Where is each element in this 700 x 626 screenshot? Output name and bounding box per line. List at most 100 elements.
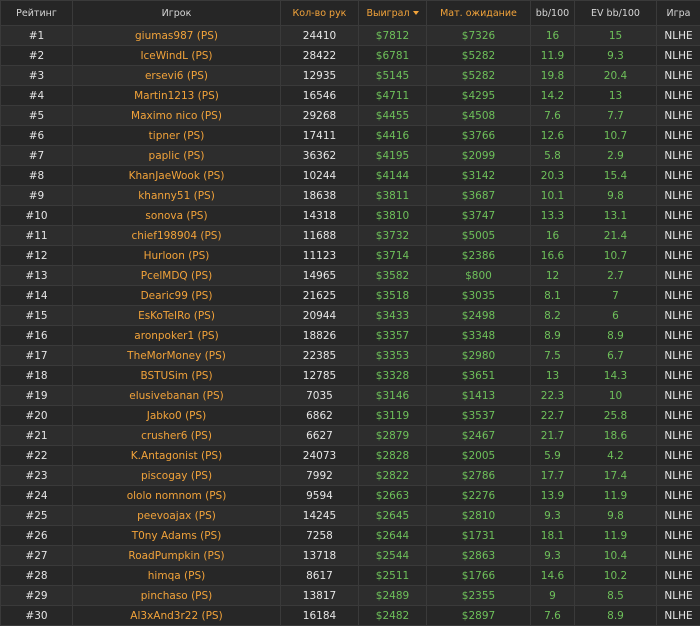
table-row: #11chief198904 (PS)11688$3732$50051621.4… <box>1 226 700 246</box>
won-cell: $3714 <box>359 246 427 266</box>
player-link[interactable]: himqa (PS) <box>73 566 281 586</box>
won-cell: $3353 <box>359 346 427 366</box>
expected-cell: $2897 <box>427 606 531 626</box>
player-link[interactable]: ersevi6 (PS) <box>73 66 281 86</box>
rank-cell: #22 <box>1 446 73 466</box>
bb100-cell: 5.8 <box>531 146 575 166</box>
player-link[interactable]: EsKoTeIRo (PS) <box>73 306 281 326</box>
table-row: #8KhanJaeWook (PS)10244$4144$314220.315.… <box>1 166 700 186</box>
player-link[interactable]: TheMorMoney (PS) <box>73 346 281 366</box>
won-cell: $2828 <box>359 446 427 466</box>
bb100-cell: 12 <box>531 266 575 286</box>
player-link[interactable]: Al3xAnd3r22 (PS) <box>73 606 281 626</box>
bb100-cell: 8.1 <box>531 286 575 306</box>
player-link[interactable]: IceWindL (PS) <box>73 46 281 66</box>
player-link[interactable]: Martin1213 (PS) <box>73 86 281 106</box>
expected-cell: $5282 <box>427 66 531 86</box>
game-cell: NLHE <box>657 306 700 326</box>
player-link[interactable]: peevoajax (PS) <box>73 506 281 526</box>
player-link[interactable]: Hurloon (PS) <box>73 246 281 266</box>
table-row: #5Maximo nico (PS)29268$4455$45087.67.7N… <box>1 106 700 126</box>
game-cell: NLHE <box>657 426 700 446</box>
ev-bb100-cell: 7.7 <box>575 106 657 126</box>
ev-bb100-cell: 11.9 <box>575 526 657 546</box>
bb100-cell: 17.7 <box>531 466 575 486</box>
won-cell: $3328 <box>359 366 427 386</box>
expected-cell: $3348 <box>427 326 531 346</box>
game-cell: NLHE <box>657 186 700 206</box>
expected-cell: $1766 <box>427 566 531 586</box>
player-link[interactable]: crusher6 (PS) <box>73 426 281 446</box>
player-link[interactable]: aronpoker1 (PS) <box>73 326 281 346</box>
player-link[interactable]: paplic (PS) <box>73 146 281 166</box>
table-row: #9khanny51 (PS)18638$3811$368710.19.8NLH… <box>1 186 700 206</box>
game-cell: NLHE <box>657 366 700 386</box>
bb100-cell: 22.7 <box>531 406 575 426</box>
rank-cell: #15 <box>1 306 73 326</box>
player-link[interactable]: khanny51 (PS) <box>73 186 281 206</box>
table-header-row: Рейтинг Игрок Кол-во рук Выиграл Мат. ож… <box>1 1 700 26</box>
table-row: #4Martin1213 (PS)16546$4711$429514.213NL… <box>1 86 700 106</box>
rank-cell: #24 <box>1 486 73 506</box>
hands-cell: 16184 <box>281 606 359 626</box>
hands-cell: 11123 <box>281 246 359 266</box>
player-link[interactable]: KhanJaeWook (PS) <box>73 166 281 186</box>
ev-bb100-cell: 20.4 <box>575 66 657 86</box>
player-link[interactable]: K.Antagonist (PS) <box>73 446 281 466</box>
hands-cell: 36362 <box>281 146 359 166</box>
player-link[interactable]: sonova (PS) <box>73 206 281 226</box>
player-link[interactable]: T0ny Adams (PS) <box>73 526 281 546</box>
bb100-cell: 5.9 <box>531 446 575 466</box>
player-link[interactable]: Jabko0 (PS) <box>73 406 281 426</box>
player-link[interactable]: PcelMDQ (PS) <box>73 266 281 286</box>
hands-cell: 14965 <box>281 266 359 286</box>
game-cell: NLHE <box>657 386 700 406</box>
game-cell: NLHE <box>657 506 700 526</box>
player-link[interactable]: Maximo nico (PS) <box>73 106 281 126</box>
bb100-cell: 11.9 <box>531 46 575 66</box>
player-link[interactable]: chief198904 (PS) <box>73 226 281 246</box>
player-link[interactable]: elusivebanan (PS) <box>73 386 281 406</box>
hands-cell: 7992 <box>281 466 359 486</box>
hands-cell: 14318 <box>281 206 359 226</box>
player-link[interactable]: giumas987 (PS) <box>73 26 281 46</box>
player-link[interactable]: pinchaso (PS) <box>73 586 281 606</box>
table-row: #29pinchaso (PS)13817$2489$235598.5NLHE <box>1 586 700 606</box>
hands-cell: 14245 <box>281 506 359 526</box>
player-link[interactable]: piscogay (PS) <box>73 466 281 486</box>
rank-cell: #3 <box>1 66 73 86</box>
bb100-cell: 22.3 <box>531 386 575 406</box>
won-cell: $4195 <box>359 146 427 166</box>
col-header-hands[interactable]: Кол-во рук <box>281 1 359 26</box>
won-cell: $2544 <box>359 546 427 566</box>
hands-cell: 17411 <box>281 126 359 146</box>
player-link[interactable]: ololo nomnom (PS) <box>73 486 281 506</box>
bb100-cell: 20.3 <box>531 166 575 186</box>
hands-cell: 24410 <box>281 26 359 46</box>
rank-cell: #16 <box>1 326 73 346</box>
col-header-won[interactable]: Выиграл <box>359 1 427 26</box>
hands-cell: 8617 <box>281 566 359 586</box>
ev-bb100-cell: 10 <box>575 386 657 406</box>
ev-bb100-cell: 10.7 <box>575 126 657 146</box>
player-link[interactable]: Dearic99 (PS) <box>73 286 281 306</box>
expected-cell: $5005 <box>427 226 531 246</box>
hands-cell: 24073 <box>281 446 359 466</box>
leaderboard-table: Рейтинг Игрок Кол-во рук Выиграл Мат. ож… <box>0 0 700 626</box>
hands-cell: 10244 <box>281 166 359 186</box>
ev-bb100-cell: 4.2 <box>575 446 657 466</box>
table-row: #18BSTUSim (PS)12785$3328$36511314.3NLHE <box>1 366 700 386</box>
table-row: #28himqa (PS)8617$2511$176614.610.2NLHE <box>1 566 700 586</box>
player-link[interactable]: RoadPumpkin (PS) <box>73 546 281 566</box>
expected-cell: $3747 <box>427 206 531 226</box>
table-row: #20Jabko0 (PS)6862$3119$353722.725.8NLHE <box>1 406 700 426</box>
table-row: #23piscogay (PS)7992$2822$278617.717.4NL… <box>1 466 700 486</box>
col-header-expected[interactable]: Мат. ожидание <box>427 1 531 26</box>
player-link[interactable]: tipner (PS) <box>73 126 281 146</box>
won-cell: $2645 <box>359 506 427 526</box>
won-cell: $4144 <box>359 166 427 186</box>
col-header-expected-label: Мат. ожидание <box>440 8 517 19</box>
expected-cell: $800 <box>427 266 531 286</box>
won-cell: $3433 <box>359 306 427 326</box>
player-link[interactable]: BSTUSim (PS) <box>73 366 281 386</box>
